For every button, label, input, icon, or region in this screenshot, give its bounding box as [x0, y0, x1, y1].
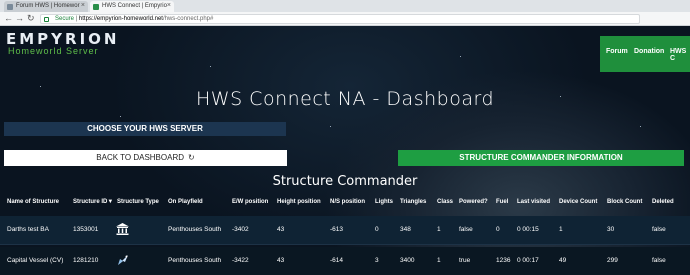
back-arrow-icon[interactable]: ← — [4, 13, 13, 23]
col-lights[interactable]: Lights — [375, 199, 393, 205]
col-powered[interactable]: Powered? — [459, 199, 488, 205]
secure-label: Secure — [55, 16, 75, 22]
nav-forum[interactable]: Forum — [606, 48, 628, 55]
col-deleted[interactable]: Deleted — [652, 199, 674, 205]
favicon-icon — [7, 4, 13, 10]
structure-commander-button[interactable]: STRUCTURE COMMANDER INFORMATION — [398, 150, 684, 166]
url-host: https://empyrion-homeworld.net — [78, 16, 163, 22]
col-structure-id[interactable]: Structure ID▼ — [73, 199, 113, 205]
cell-name: Capital Vessel (CV) — [7, 257, 64, 264]
nav-donation[interactable]: Donation — [634, 48, 664, 55]
cell-block-count: 299 — [607, 257, 618, 264]
browser-tab-strip: Forum HWS | Homewor × HWS Connect | Empy… — [0, 0, 690, 12]
refresh-icon: ↻ — [188, 153, 195, 162]
col-block-count[interactable]: Block Count — [607, 199, 642, 205]
cell-lights: 0 — [375, 226, 379, 233]
cell-ns: -614 — [330, 257, 344, 264]
cell-playfield: Penthouses South — [168, 226, 222, 233]
cell-ew: -3422 — [232, 257, 249, 264]
cell-ns: -613 — [330, 226, 344, 233]
cell-id: 1281210 — [73, 257, 99, 264]
ship-icon — [118, 255, 128, 265]
page-title: HWS Connect NA - Dashboard — [196, 88, 494, 110]
cell-fuel: 1236 — [496, 257, 511, 264]
cell-device-count: 49 — [559, 257, 567, 264]
table-row[interactable]: Capital Vessel (CV) 1281210 Penthouses S… — [0, 247, 690, 275]
col-triangles[interactable]: Triangles — [400, 199, 426, 205]
cell-powered: true — [459, 257, 471, 264]
tab-forum[interactable]: Forum HWS | Homewor × — [4, 1, 88, 12]
col-name[interactable]: Name of Structure — [7, 199, 59, 205]
cell-fuel: 0 — [496, 226, 500, 233]
lock-icon — [44, 17, 49, 22]
col-fuel[interactable]: Fuel — [496, 199, 508, 205]
col-device-count[interactable]: Device Count — [559, 199, 597, 205]
close-tab-icon[interactable]: × — [81, 2, 85, 9]
back-button-label: BACK TO DASHBOARD — [96, 153, 185, 162]
cell-class: 1 — [437, 257, 441, 264]
cell-last-visited: 0 00:15 — [517, 226, 539, 233]
close-tab-icon[interactable]: × — [167, 2, 171, 9]
site-content: EMPYRION Homeworld Server Forum Donation… — [0, 26, 690, 275]
col-ns-position[interactable]: N/S position — [330, 199, 365, 205]
cell-triangles: 3400 — [400, 257, 415, 264]
nav-hws-connect[interactable]: HWS C — [670, 48, 690, 62]
base-icon — [116, 223, 129, 235]
cell-triangles: 348 — [400, 226, 411, 233]
cell-deleted: false — [652, 226, 666, 233]
col-last-visited[interactable]: Last visited — [517, 199, 550, 205]
tab-title: HWS Connect | Empyrio — [102, 3, 167, 9]
cell-lights: 3 — [375, 257, 379, 264]
url-field[interactable]: Secure | https://empyrion-homeworld.net/… — [40, 14, 640, 24]
cell-device-count: 1 — [559, 226, 563, 233]
row-divider — [0, 244, 690, 245]
cell-height: 43 — [277, 226, 285, 233]
reload-icon[interactable]: ↻ — [27, 13, 35, 24]
col-playfield[interactable]: On Playfield — [168, 199, 203, 205]
favicon-icon — [93, 4, 99, 10]
cell-playfield: Penthouses South — [168, 257, 222, 264]
forward-arrow-icon[interactable]: → — [15, 13, 24, 23]
cell-block-count: 30 — [607, 226, 615, 233]
tab-title: Forum HWS | Homewor — [16, 3, 80, 9]
back-to-dashboard-button[interactable]: BACK TO DASHBOARD ↻ — [4, 150, 287, 166]
cell-last-visited: 0 00:17 — [517, 257, 539, 264]
table-header: Name of Structure Structure ID▼ Structur… — [0, 196, 690, 210]
tab-hws-connect[interactable]: HWS Connect | Empyrio × — [90, 1, 174, 12]
choose-server-button[interactable]: CHOOSE YOUR HWS SERVER — [4, 122, 286, 136]
top-nav: Forum Donation HWS C — [600, 36, 690, 72]
logo-subtitle: Homeworld Server — [8, 46, 99, 56]
address-bar: ← → ↻ Secure | https://empyrion-homeworl… — [0, 12, 690, 26]
cell-name: Darths test BA — [7, 226, 49, 233]
section-title: Structure Commander — [272, 174, 418, 189]
cell-ew: -3402 — [232, 226, 249, 233]
cell-height: 43 — [277, 257, 285, 264]
col-class[interactable]: Class — [437, 199, 453, 205]
url-path: /hws-connect.php# — [162, 16, 214, 22]
cell-id: 1353001 — [73, 226, 99, 233]
cell-powered: false — [459, 226, 473, 233]
cell-deleted: false — [652, 257, 666, 264]
col-ew-position[interactable]: E/W position — [232, 199, 268, 205]
col-height-position[interactable]: Height position — [277, 199, 321, 205]
cell-class: 1 — [437, 226, 441, 233]
col-structure-type[interactable]: Structure Type — [117, 199, 159, 205]
table-row[interactable]: Darths test BA 1353001 Penthouses South … — [0, 216, 690, 244]
